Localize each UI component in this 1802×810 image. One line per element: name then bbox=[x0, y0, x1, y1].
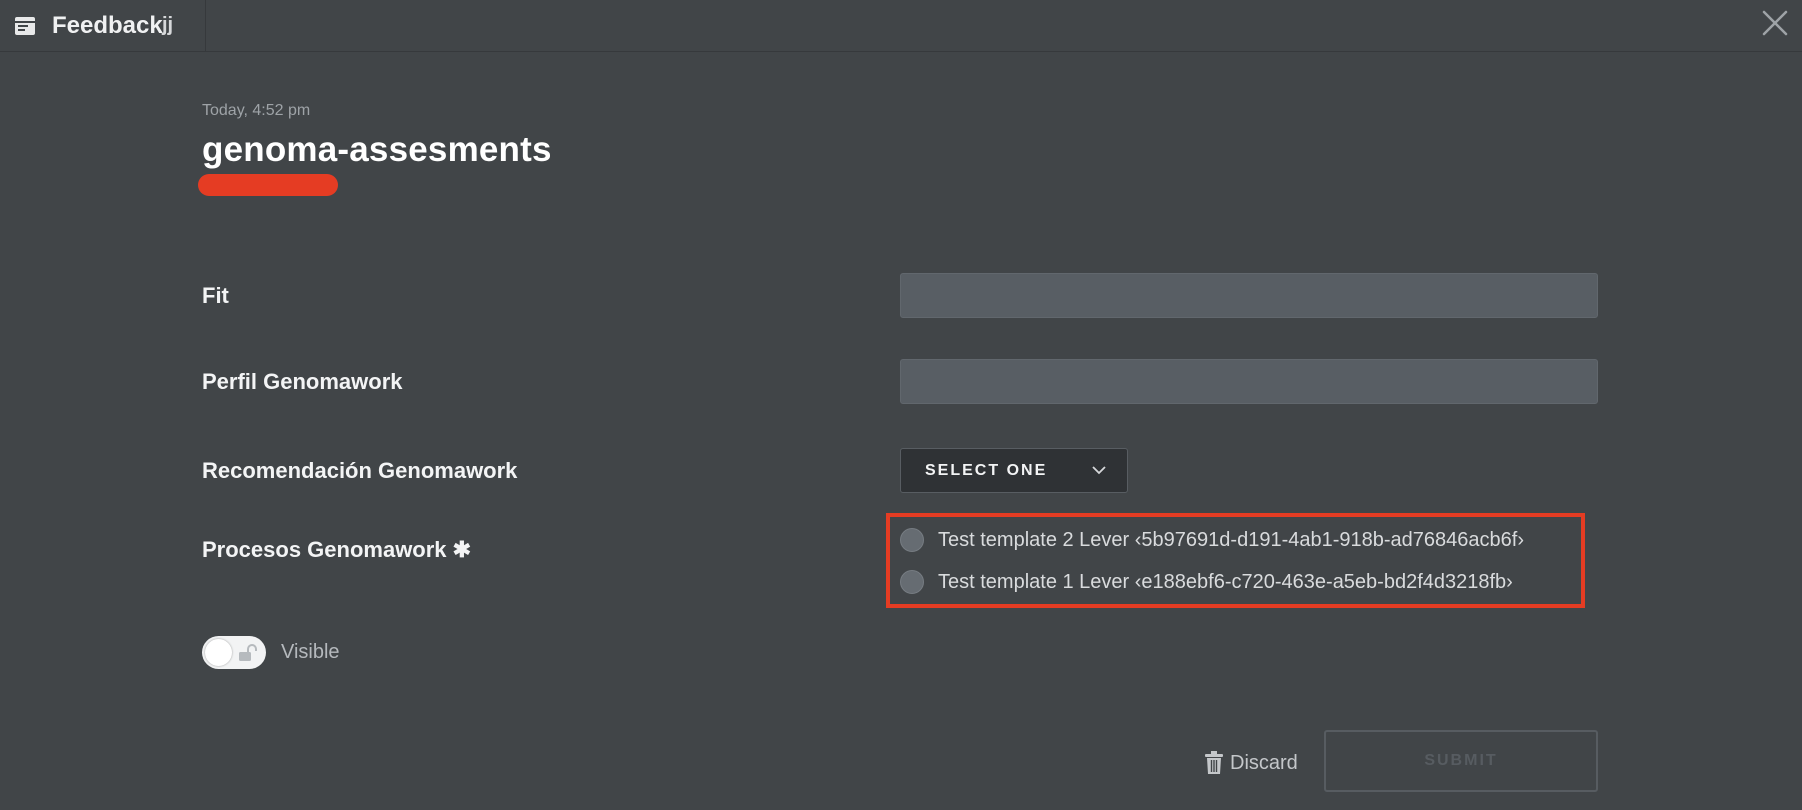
fit-input[interactable] bbox=[900, 273, 1598, 318]
visibility-label: Visible bbox=[281, 641, 340, 663]
page-title: genoma-assesments bbox=[202, 130, 552, 169]
discard-button[interactable]: Discard bbox=[1204, 748, 1298, 778]
radio-option-template-2[interactable]: Test template 2 Lever ‹5b97691d-d191-4ab… bbox=[900, 526, 1524, 554]
close-icon[interactable] bbox=[1758, 6, 1792, 40]
radio-option-label: Test template 1 Lever ‹e188ebf6-c720-463… bbox=[938, 570, 1513, 593]
tab-subtitle: jj bbox=[162, 14, 174, 36]
perfil-genomawork-input[interactable] bbox=[900, 359, 1598, 404]
unlock-icon bbox=[239, 644, 257, 661]
toggle-knob bbox=[205, 639, 232, 666]
radio-option-template-1[interactable]: Test template 1 Lever ‹e188ebf6-c720-463… bbox=[900, 568, 1513, 596]
timestamp: Today, 4:52 pm bbox=[202, 102, 311, 119]
submit-button[interactable]: SUBMIT bbox=[1324, 730, 1598, 792]
radio-option-label: Test template 2 Lever ‹5b97691d-d191-4ab… bbox=[938, 528, 1524, 551]
trash-icon bbox=[1205, 751, 1223, 774]
procesos-genomawork-label: Procesos Genomawork ✱ bbox=[202, 537, 472, 562]
submit-label: SUBMIT bbox=[1424, 752, 1498, 769]
select-label: SELECT ONE bbox=[925, 462, 1048, 479]
tab-title: Feedback bbox=[52, 12, 163, 39]
tab-feedback[interactable]: Feedback jj bbox=[0, 0, 206, 52]
redaction-mark bbox=[198, 174, 338, 196]
recomendacion-genomawork-label: Recomendación Genomawork bbox=[202, 458, 518, 483]
radio-button[interactable] bbox=[900, 528, 924, 552]
visibility-toggle[interactable] bbox=[202, 636, 266, 669]
top-bar: Feedback jj bbox=[0, 0, 1802, 52]
chevron-down-icon bbox=[1092, 466, 1106, 475]
feedback-card-icon bbox=[15, 17, 35, 35]
fit-label: Fit bbox=[202, 283, 229, 308]
discard-label: Discard bbox=[1230, 751, 1298, 774]
radio-button[interactable] bbox=[900, 570, 924, 594]
recomendacion-select[interactable]: SELECT ONE bbox=[900, 448, 1128, 493]
perfil-genomawork-label: Perfil Genomawork bbox=[202, 369, 403, 394]
